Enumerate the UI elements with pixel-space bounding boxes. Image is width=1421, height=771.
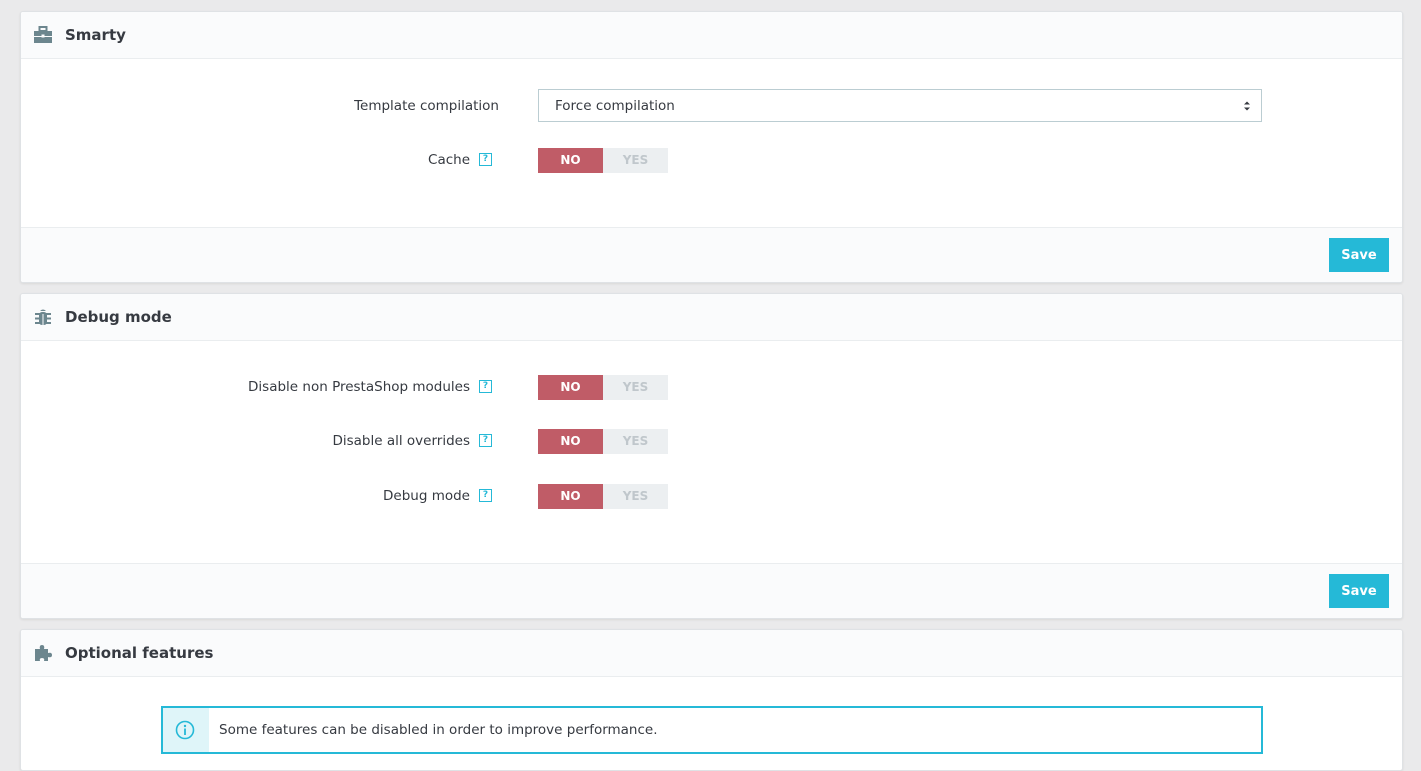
debug-mode-help-icon[interactable]: ? bbox=[479, 489, 492, 502]
disable-modules-yes-option[interactable]: YES bbox=[603, 375, 668, 400]
bug-icon bbox=[35, 309, 51, 325]
disable-overrides-switch[interactable]: NO YES bbox=[538, 429, 668, 454]
select-arrows-icon bbox=[1244, 101, 1250, 111]
debug-panel-heading: Debug mode bbox=[21, 294, 1402, 341]
smarty-panel-heading: Smarty bbox=[21, 12, 1402, 59]
disable-modules-help-icon[interactable]: ? bbox=[479, 380, 492, 393]
debug-panel-title: Debug mode bbox=[65, 308, 172, 326]
briefcase-icon bbox=[34, 26, 52, 43]
debug-mode-no-option[interactable]: NO bbox=[538, 484, 603, 509]
puzzle-icon bbox=[35, 645, 52, 661]
debug-mode-switch[interactable]: NO YES bbox=[538, 484, 668, 509]
info-alert-text: Some features can be disabled in order t… bbox=[219, 722, 658, 738]
cache-yes-option[interactable]: YES bbox=[603, 148, 668, 173]
debug-mode-label: Debug mode bbox=[383, 488, 470, 504]
disable-modules-switch[interactable]: NO YES bbox=[538, 375, 668, 400]
cache-label: Cache bbox=[428, 152, 470, 168]
debug-panel-footer: Save bbox=[21, 563, 1402, 618]
disable-modules-no-option[interactable]: NO bbox=[538, 375, 603, 400]
optional-panel-title: Optional features bbox=[65, 644, 214, 662]
info-alert: Some features can be disabled in order t… bbox=[161, 706, 1263, 754]
debug-save-button[interactable]: Save bbox=[1329, 574, 1389, 608]
template-compilation-select[interactable]: Force compilation bbox=[538, 89, 1262, 122]
debug-mode-yes-option[interactable]: YES bbox=[603, 484, 668, 509]
optional-panel-heading: Optional features bbox=[21, 630, 1402, 677]
cache-help-icon[interactable]: ? bbox=[479, 153, 492, 166]
disable-overrides-label: Disable all overrides bbox=[332, 433, 470, 449]
smarty-save-button[interactable]: Save bbox=[1329, 238, 1389, 272]
optional-features-panel: Optional features Some features can be d… bbox=[20, 629, 1403, 771]
template-compilation-value: Force compilation bbox=[555, 98, 675, 114]
info-icon-box bbox=[163, 708, 209, 752]
info-icon bbox=[175, 720, 195, 740]
disable-modules-label: Disable non PrestaShop modules bbox=[248, 379, 470, 395]
smarty-panel-footer: Save bbox=[21, 227, 1402, 282]
disable-overrides-no-option[interactable]: NO bbox=[538, 429, 603, 454]
smarty-panel: Smarty Template compilation Force compil… bbox=[20, 11, 1403, 283]
disable-overrides-yes-option[interactable]: YES bbox=[603, 429, 668, 454]
template-compilation-label: Template compilation bbox=[354, 98, 499, 114]
disable-overrides-help-icon[interactable]: ? bbox=[479, 434, 492, 447]
smarty-panel-title: Smarty bbox=[65, 26, 126, 44]
cache-no-option[interactable]: NO bbox=[538, 148, 603, 173]
cache-switch[interactable]: NO YES bbox=[538, 148, 668, 173]
debug-panel: Debug mode Disable non PrestaShop module… bbox=[20, 293, 1403, 619]
